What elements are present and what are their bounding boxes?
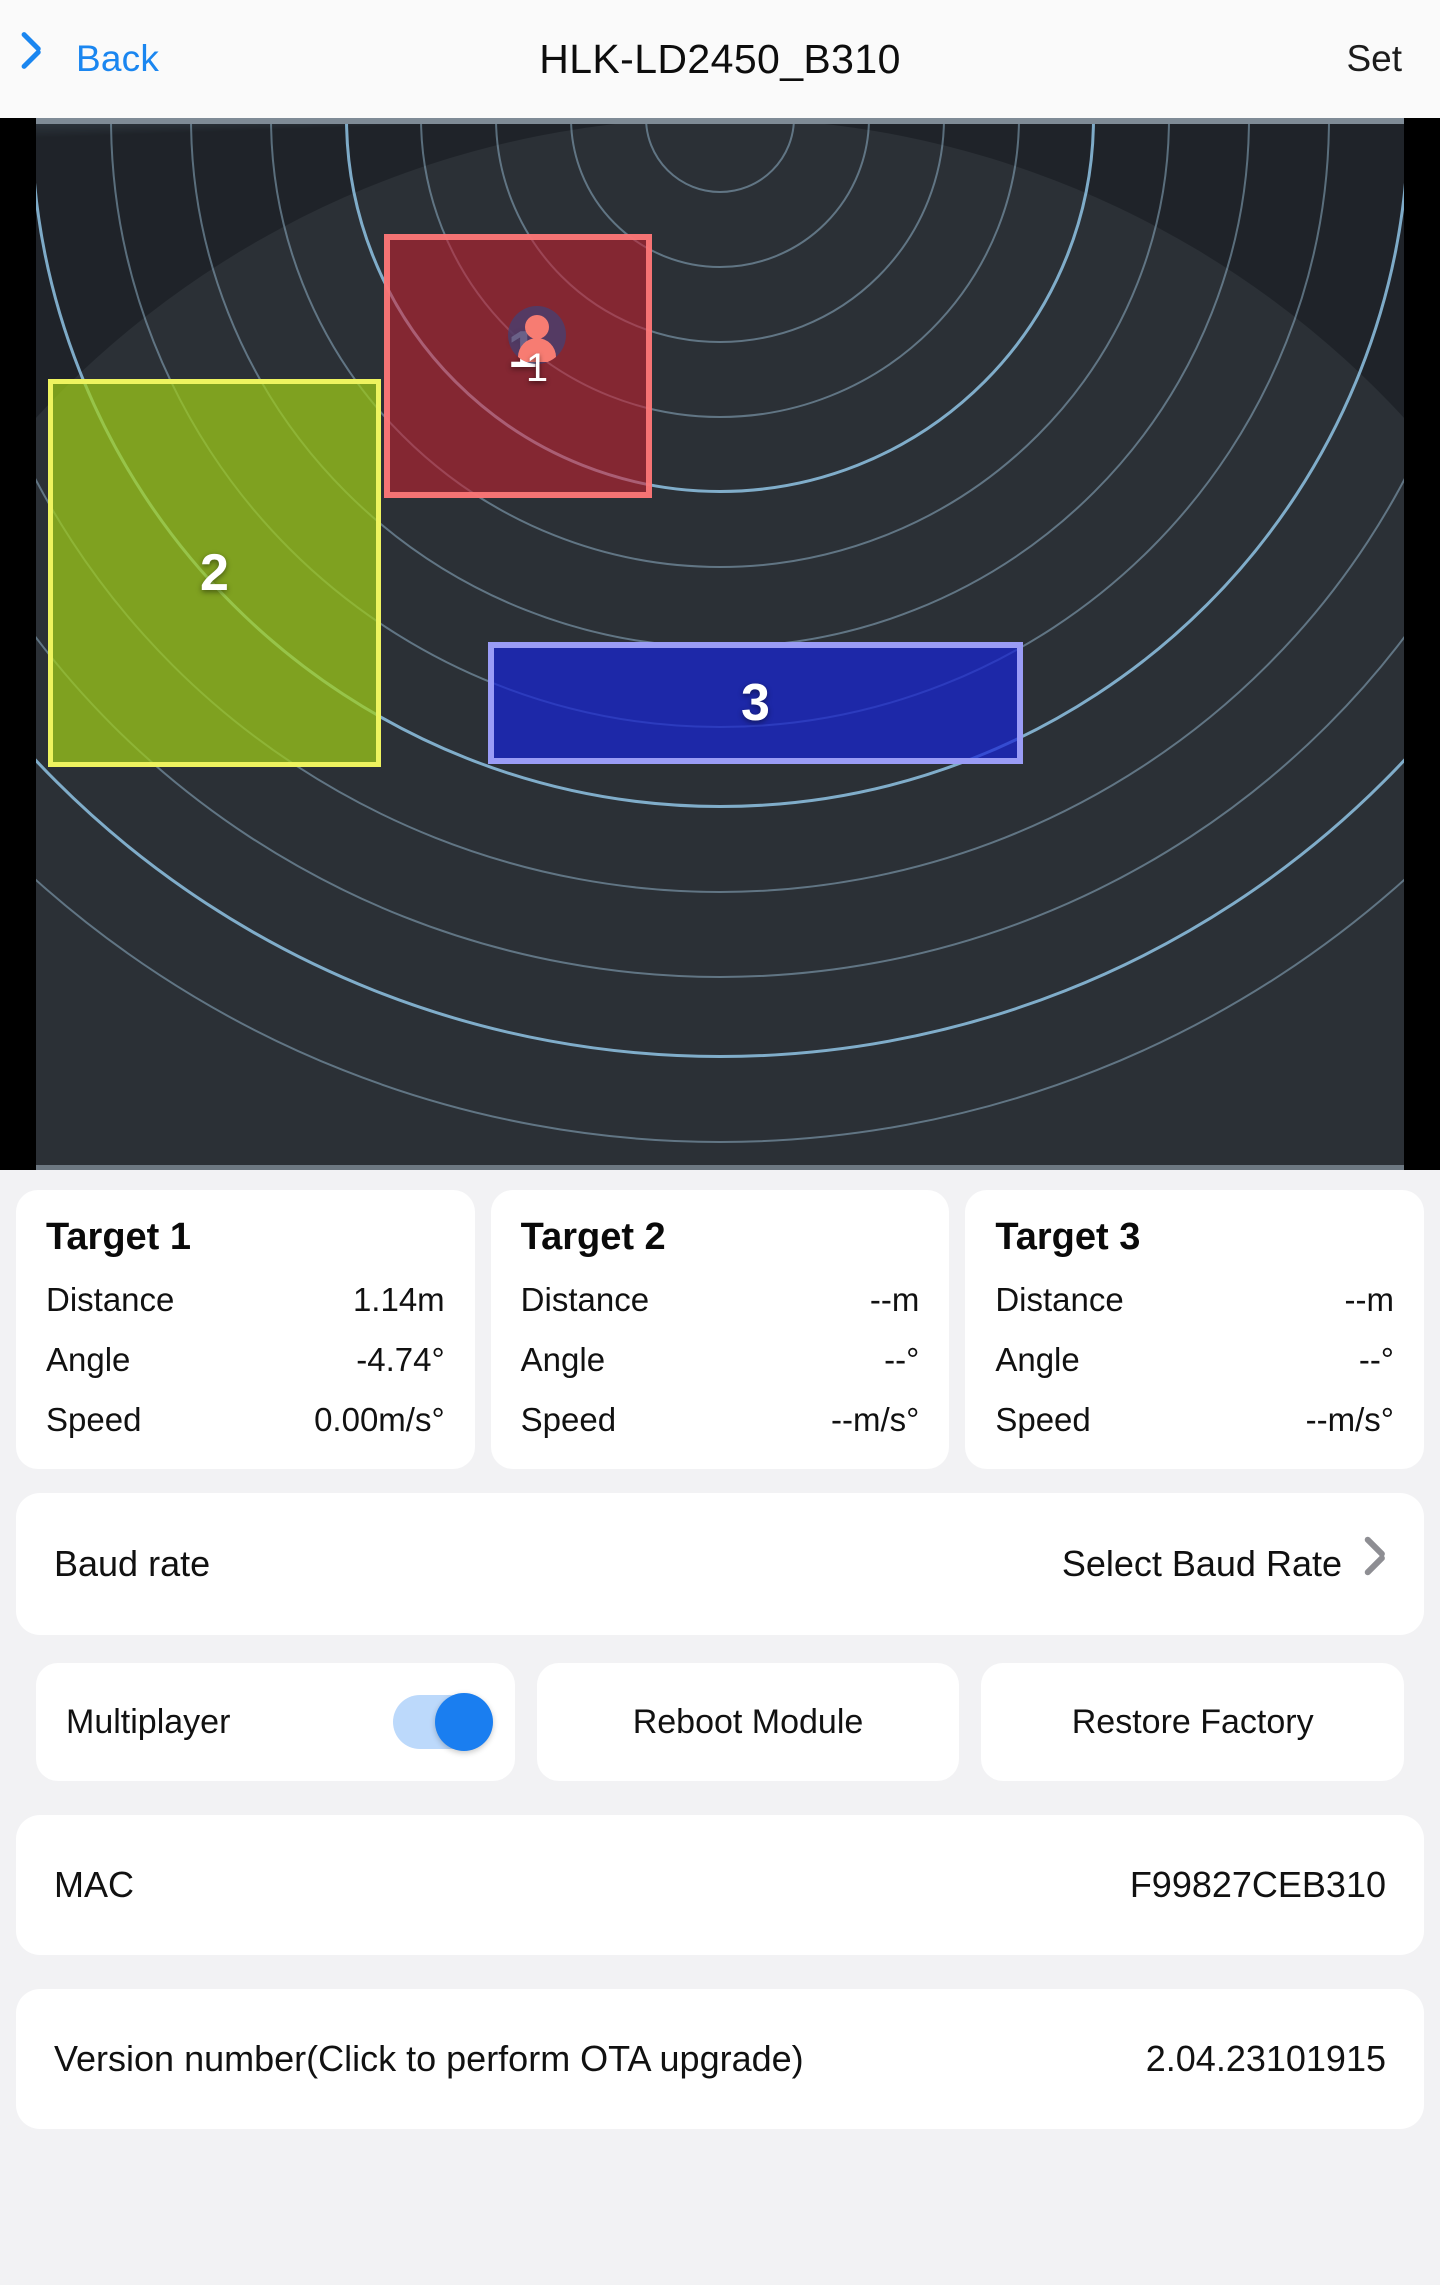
radar-stage: 1 2 3 1 [0, 118, 1440, 1170]
target-2-angle-label: Angle [520, 1341, 606, 1378]
target-2-distance-row: Distance --m [521, 1281, 920, 1319]
target-1-angle-value: -4.74° [356, 1341, 445, 1378]
person-marker-label: 1 [525, 346, 549, 390]
version-value: 2.04.23101915 [1145, 2038, 1386, 2079]
radar-canvas[interactable]: 1 2 3 1 [36, 118, 1404, 1170]
target-1-angle-row: Angle -4.74° [46, 1341, 445, 1379]
target-1-speed-label: Speed [46, 1401, 142, 1438]
mac-label: MAC [54, 1864, 134, 1905]
target-3-title: Target 3 [995, 1216, 1141, 1258]
baud-rate-row[interactable]: Baud rate Select Baud Rate [16, 1493, 1424, 1635]
zone-2-label: 2 [200, 544, 229, 602]
mac-row: MAC F99827CEB310 [16, 1815, 1424, 1955]
target-2-title: Target 2 [520, 1216, 666, 1258]
radar-top-edge [36, 118, 1404, 124]
detection-zone-3[interactable]: 3 [488, 642, 1023, 764]
target-2-distance-value: --m [869, 1281, 920, 1318]
target-3-speed-value: --m/s° [1305, 1401, 1395, 1438]
target-3-angle-value: --° [1358, 1341, 1395, 1378]
target-2-speed-label: Speed [520, 1401, 617, 1438]
multiplayer-card[interactable]: Multiplayer [36, 1663, 515, 1781]
baud-rate-value: Select Baud Rate [1061, 1543, 1342, 1584]
person-head-shape [525, 315, 549, 339]
app-header: Back HLK-LD2450_B310 Set [0, 0, 1440, 118]
action-buttons-row: Multiplayer Reboot Module Restore Factor… [0, 1635, 1440, 1781]
target-card-3: Target 3 Distance --m Angle --° Speed --… [965, 1190, 1425, 1469]
target-3-speed-label: Speed [995, 1401, 1091, 1438]
version-row[interactable]: Version number(Click to perform OTA upgr… [16, 1989, 1424, 2129]
target-2-speed-value: --m/s° [831, 1401, 920, 1438]
detection-zone-2[interactable]: 2 [48, 379, 381, 767]
target-3-speed-row: Speed --m/s° [995, 1401, 1394, 1439]
set-button[interactable]: Set [1346, 38, 1402, 80]
radar-bottom-edge [36, 1165, 1404, 1170]
target-1-speed-row: Speed 0.00m/s° [46, 1401, 445, 1439]
target-2-angle-value: --° [884, 1341, 920, 1378]
target-card-1: Target 1 Distance 1.14m Angle -4.74° Spe… [16, 1190, 475, 1469]
target-3-distance-label: Distance [995, 1281, 1124, 1318]
mac-value: F99827CEB310 [1129, 1864, 1386, 1905]
baud-rate-label: Baud rate [54, 1543, 211, 1584]
target-1-speed-value: 0.00m/s° [314, 1401, 445, 1438]
target-3-angle-row: Angle --° [995, 1341, 1394, 1379]
chevron-right-icon [1364, 1544, 1386, 1584]
target-2-distance-label: Distance [520, 1281, 650, 1318]
baud-rate-right: Select Baud Rate [1062, 1543, 1386, 1585]
target-1-angle-label: Angle [46, 1341, 131, 1378]
target-2-angle-row: Angle --° [521, 1341, 920, 1379]
target-1-distance-row: Distance 1.14m [46, 1281, 445, 1319]
reboot-module-button[interactable]: Reboot Module [536, 1663, 960, 1781]
target-3-distance-row: Distance --m [995, 1281, 1394, 1319]
multiplayer-toggle[interactable] [392, 1693, 493, 1751]
zone-3-label: 3 [741, 674, 770, 732]
target-2-speed-row: Speed --m/s° [521, 1401, 920, 1439]
target-1-distance-label: Distance [46, 1281, 175, 1318]
restore-factory-button[interactable]: Restore Factory [981, 1663, 1405, 1781]
settings-content: Target 1 Distance 1.14m Angle -4.74° Spe… [0, 1170, 1440, 2129]
multiplayer-label: Multiplayer [66, 1702, 231, 1741]
target-cards-row: Target 1 Distance 1.14m Angle -4.74° Spe… [0, 1170, 1440, 1469]
page-title: HLK-LD2450_B310 [539, 35, 901, 82]
target-1-distance-value: 1.14m [352, 1281, 445, 1318]
target-card-2: Target 2 Distance --m Angle --° Speed --… [490, 1190, 950, 1469]
target-1-title: Target 1 [46, 1216, 192, 1258]
target-3-angle-label: Angle [995, 1341, 1080, 1378]
version-label: Version number(Click to perform OTA upgr… [54, 2038, 804, 2079]
target-3-distance-value: --m [1344, 1281, 1395, 1318]
multiplayer-toggle-knob [434, 1693, 493, 1751]
